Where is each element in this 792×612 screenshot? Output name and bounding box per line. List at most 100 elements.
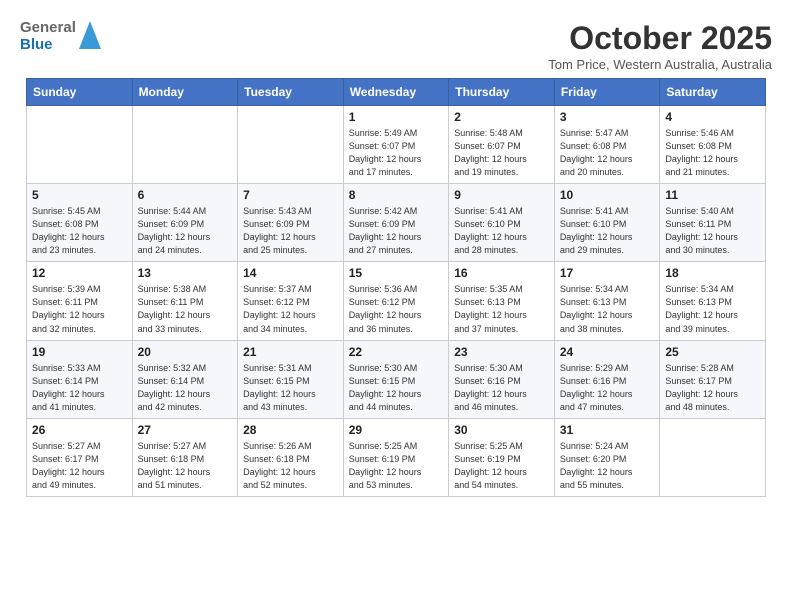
table-row: 13 Sunrise: 5:38 AMSunset: 6:11 PMDayligh… [132,262,238,340]
location-subtitle: Tom Price, Western Australia, Australia [548,57,772,72]
table-row: 6Sunrise: 5:44 AMSunset: 6:09 PMDaylight… [132,184,238,262]
day-info: Sunrise: 5:45 AMSunset: 6:08 PMDaylight:… [32,205,127,257]
day-number: 24 [560,345,655,359]
table-row: 16 Sunrise: 5:35 AMSunset: 6:13 PMDayligh… [449,262,555,340]
day-number: 29 [349,423,444,437]
day-number: 13 [138,266,233,280]
table-row: 7 Sunrise: 5:43 AMSunset: 6:09 PMDaylight… [238,184,344,262]
day-info: Sunrise: 5:27 AMSunset: 6:18 PMDaylight:… [138,440,233,492]
table-row: 31 Sunrise: 5:24 AMSunset: 6:20 PMDayligh… [554,418,660,496]
col-sunday: Sunday [27,79,133,106]
day-number: 21 [243,345,338,359]
col-saturday: Saturday [660,79,766,106]
table-row: 11 Sunrise: 5:40 AMSunset: 6:11 PMDayligh… [660,184,766,262]
day-number: 16 [454,266,549,280]
calendar-week-row: 26Sunrise: 5:27 AMSunset: 6:17 PMDayligh… [27,418,766,496]
day-info: Sunrise: 5:34 AMSunset: 6:13 PMDaylight:… [665,283,760,335]
day-info: Sunrise: 5:48 AMSunset: 6:07 PMDaylight:… [454,127,549,179]
day-info: Sunrise: 5:46 AMSunset: 6:08 PMDaylight:… [665,127,760,179]
day-info: Sunrise: 5:25 AMSunset: 6:19 PMDaylight:… [349,440,444,492]
day-number: 17 [560,266,655,280]
day-number: 22 [349,345,444,359]
day-number: 10 [560,188,655,202]
day-info: Sunrise: 5:35 AMSunset: 6:13 PMDaylight:… [454,283,549,335]
day-info: Sunrise: 5:40 AMSunset: 6:11 PMDaylight:… [665,205,760,257]
day-info: Sunrise: 5:42 AMSunset: 6:09 PMDaylight:… [349,205,444,257]
table-row: 29 Sunrise: 5:25 AMSunset: 6:19 PMDayligh… [343,418,449,496]
table-row: 9 Sunrise: 5:41 AMSunset: 6:10 PMDaylight… [449,184,555,262]
table-row: 14 Sunrise: 5:37 AMSunset: 6:12 PMDayligh… [238,262,344,340]
day-number: 12 [32,266,127,280]
day-number: 30 [454,423,549,437]
day-number: 4 [665,110,760,124]
day-number: 7 [243,188,338,202]
calendar-header-row: Sunday Monday Tuesday Wednesday Thursday… [27,79,766,106]
logo-general-text: General [20,20,76,37]
table-row: 28 Sunrise: 5:26 AMSunset: 6:18 PMDayligh… [238,418,344,496]
day-number: 8 [349,188,444,202]
calendar-wrapper: Sunday Monday Tuesday Wednesday Thursday… [10,78,782,497]
calendar-week-row: 12 Sunrise: 5:39 AMSunset: 6:11 PMDayligh… [27,262,766,340]
day-info: Sunrise: 5:49 AMSunset: 6:07 PMDaylight:… [349,127,444,179]
calendar-table: Sunday Monday Tuesday Wednesday Thursday… [26,78,766,497]
day-info: Sunrise: 5:24 AMSunset: 6:20 PMDaylight:… [560,440,655,492]
day-info: Sunrise: 5:41 AMSunset: 6:10 PMDaylight:… [454,205,549,257]
calendar-week-row: 1 Sunrise: 5:49 AMSunset: 6:07 PMDaylight… [27,106,766,184]
day-info: Sunrise: 5:37 AMSunset: 6:12 PMDaylight:… [243,283,338,335]
month-title: October 2025 [548,20,772,57]
day-info: Sunrise: 5:31 AMSunset: 6:15 PMDaylight:… [243,362,338,414]
col-monday: Monday [132,79,238,106]
logo-blue-text: Blue [20,37,76,54]
logo: General Blue [20,20,101,53]
day-number: 15 [349,266,444,280]
day-number: 28 [243,423,338,437]
table-row: 25Sunrise: 5:28 AMSunset: 6:17 PMDayligh… [660,340,766,418]
calendar-week-row: 5 Sunrise: 5:45 AMSunset: 6:08 PMDaylight… [27,184,766,262]
table-row [238,106,344,184]
day-number: 23 [454,345,549,359]
day-info: Sunrise: 5:41 AMSunset: 6:10 PMDaylight:… [560,205,655,257]
col-wednesday: Wednesday [343,79,449,106]
table-row: 20Sunrise: 5:32 AMSunset: 6:14 PMDayligh… [132,340,238,418]
day-number: 27 [138,423,233,437]
table-row [660,418,766,496]
table-row: 1 Sunrise: 5:49 AMSunset: 6:07 PMDaylight… [343,106,449,184]
title-area: October 2025 Tom Price, Western Australi… [548,20,772,72]
day-number: 20 [138,345,233,359]
day-info: Sunrise: 5:26 AMSunset: 6:18 PMDaylight:… [243,440,338,492]
table-row [27,106,133,184]
table-row: 8 Sunrise: 5:42 AMSunset: 6:09 PMDaylight… [343,184,449,262]
table-row: 26Sunrise: 5:27 AMSunset: 6:17 PMDayligh… [27,418,133,496]
day-info: Sunrise: 5:38 AMSunset: 6:11 PMDaylight:… [138,283,233,335]
col-tuesday: Tuesday [238,79,344,106]
table-row: 4 Sunrise: 5:46 AMSunset: 6:08 PMDaylight… [660,106,766,184]
table-row: 2 Sunrise: 5:48 AMSunset: 6:07 PMDaylight… [449,106,555,184]
table-row: 30Sunrise: 5:25 AMSunset: 6:19 PMDayligh… [449,418,555,496]
col-friday: Friday [554,79,660,106]
day-number: 3 [560,110,655,124]
day-info: Sunrise: 5:43 AMSunset: 6:09 PMDaylight:… [243,205,338,257]
table-row: 24 Sunrise: 5:29 AMSunset: 6:16 PMDayligh… [554,340,660,418]
day-number: 2 [454,110,549,124]
day-info: Sunrise: 5:39 AMSunset: 6:11 PMDaylight:… [32,283,127,335]
day-number: 31 [560,423,655,437]
day-number: 1 [349,110,444,124]
day-info: Sunrise: 5:29 AMSunset: 6:16 PMDaylight:… [560,362,655,414]
table-row: 3 Sunrise: 5:47 AMSunset: 6:08 PMDaylight… [554,106,660,184]
table-row: 19Sunrise: 5:33 AMSunset: 6:14 PMDayligh… [27,340,133,418]
col-thursday: Thursday [449,79,555,106]
table-row: 12 Sunrise: 5:39 AMSunset: 6:11 PMDayligh… [27,262,133,340]
calendar-week-row: 19Sunrise: 5:33 AMSunset: 6:14 PMDayligh… [27,340,766,418]
day-number: 18 [665,266,760,280]
day-number: 11 [665,188,760,202]
day-number: 5 [32,188,127,202]
day-number: 9 [454,188,549,202]
day-info: Sunrise: 5:47 AMSunset: 6:08 PMDaylight:… [560,127,655,179]
table-row: 18 Sunrise: 5:34 AMSunset: 6:13 PMDayligh… [660,262,766,340]
day-number: 14 [243,266,338,280]
table-row: 15Sunrise: 5:36 AMSunset: 6:12 PMDayligh… [343,262,449,340]
table-row: 10 Sunrise: 5:41 AMSunset: 6:10 PMDayligh… [554,184,660,262]
table-row: 17Sunrise: 5:34 AMSunset: 6:13 PMDayligh… [554,262,660,340]
table-row: 5 Sunrise: 5:45 AMSunset: 6:08 PMDaylight… [27,184,133,262]
day-number: 19 [32,345,127,359]
